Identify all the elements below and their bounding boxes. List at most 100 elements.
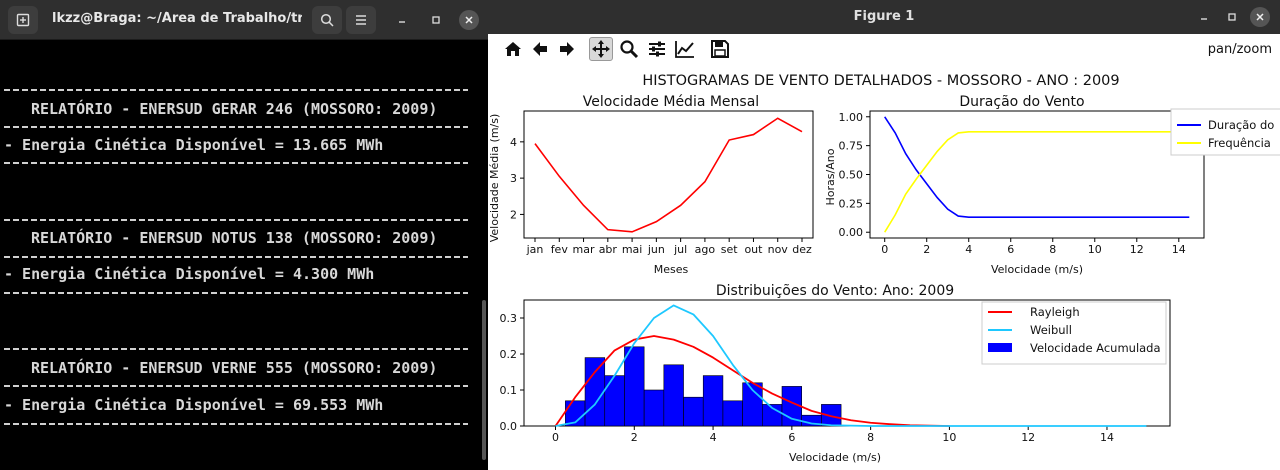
minimize-icon bbox=[399, 21, 405, 23]
maximize-icon bbox=[432, 16, 440, 24]
close-button[interactable] bbox=[1250, 7, 1270, 27]
x-tick-label: 12 bbox=[1130, 243, 1144, 256]
pan-icon bbox=[592, 40, 610, 58]
home-icon bbox=[505, 42, 521, 56]
x-axis-label: Meses bbox=[654, 263, 689, 276]
histogram-bar bbox=[643, 389, 665, 427]
edit-axis-icon bbox=[675, 41, 694, 58]
configure-subplots-button[interactable] bbox=[645, 37, 669, 61]
x-tick-label: 0 bbox=[881, 243, 888, 256]
y-tick-label: 0.75 bbox=[839, 140, 864, 153]
wind-distribution-chart: Distribuições do Vento: Ano: 2009 Veloci… bbox=[500, 283, 1171, 464]
x-tick-label: 14 bbox=[1172, 243, 1186, 256]
x-tick-label: 6 bbox=[788, 431, 795, 444]
figure-title: Figure 1 bbox=[853, 9, 915, 24]
x-tick-label: 10 bbox=[1088, 243, 1102, 256]
separator bbox=[4, 219, 468, 221]
x-tick-label: 8 bbox=[867, 431, 874, 444]
save-icon bbox=[711, 40, 729, 58]
maximize-icon bbox=[1228, 13, 1236, 21]
x-tick-label: 4 bbox=[965, 243, 972, 256]
y-tick-label: 0.3 bbox=[500, 312, 518, 325]
y-tick-label: 3 bbox=[510, 172, 517, 185]
histogram-bar bbox=[663, 364, 684, 427]
chart-title: Duração do Vento bbox=[959, 94, 1084, 110]
menu-button[interactable] bbox=[346, 6, 376, 34]
close-button[interactable] bbox=[459, 10, 479, 30]
legend-label: Velocidade Acumulada bbox=[1030, 341, 1161, 355]
x-tick-label: 2 bbox=[631, 431, 638, 444]
legend: Duração do Frequência bbox=[1170, 108, 1280, 156]
y-tick-label: 1.00 bbox=[839, 111, 864, 124]
month-tick-label: nov bbox=[768, 243, 789, 256]
chart-title: Distribuições do Vento: Ano: 2009 bbox=[716, 283, 954, 299]
forward-button[interactable] bbox=[555, 37, 579, 61]
figure-suptitle: HISTOGRAMAS DE VENTO DETALHADOS - MOSSOR… bbox=[642, 73, 1119, 89]
figure-canvas[interactable]: HISTOGRAMAS DE VENTO DETALHADOS - MOSSOR… bbox=[488, 64, 1280, 470]
terminal-output[interactable]: RELATÓRIO - ENERSUD GERAR 246 (MOSSORO: … bbox=[0, 40, 488, 470]
zoom-icon bbox=[620, 40, 639, 59]
minimize-button[interactable] bbox=[1194, 7, 1214, 27]
x-tick-label: 4 bbox=[710, 431, 717, 444]
minimize-button[interactable] bbox=[392, 10, 412, 30]
terminal-titlebar[interactable]: lkzz@Braga: ~/Área de Trabalho/traba... bbox=[0, 0, 488, 40]
configure-icon bbox=[649, 41, 665, 57]
separator bbox=[4, 162, 468, 164]
month-tick-label: fev bbox=[551, 243, 569, 256]
forward-icon bbox=[560, 42, 574, 56]
x-tick-label: 2 bbox=[923, 243, 930, 256]
search-button[interactable] bbox=[312, 6, 342, 34]
x-tick-label: 14 bbox=[1100, 431, 1114, 444]
y-axis-label: Velocidade Média (m/s) bbox=[488, 114, 501, 243]
x-axis-label: Velocidade (m/s) bbox=[991, 263, 1083, 276]
y-tick-label: 0.50 bbox=[839, 169, 864, 182]
month-tick-label: jan bbox=[526, 243, 544, 256]
new-tab-button[interactable] bbox=[8, 6, 38, 34]
month-tick-label: set bbox=[721, 243, 738, 256]
separator bbox=[4, 126, 468, 128]
separator bbox=[4, 89, 468, 91]
wind-duration-chart: Duração do Vento Velocidade (m/s) Horas/… bbox=[824, 94, 1280, 276]
maximize-button[interactable] bbox=[1222, 7, 1242, 27]
speed-line bbox=[534, 117, 803, 233]
y-tick-label: 4 bbox=[510, 136, 517, 149]
save-button[interactable] bbox=[708, 37, 732, 61]
terminal-window[interactable]: lkzz@Braga: ~/Área de Trabalho/traba... … bbox=[0, 0, 488, 470]
hamburger-menu-icon bbox=[356, 15, 366, 25]
separator bbox=[4, 423, 468, 425]
legend-label: Weibull bbox=[1030, 323, 1072, 337]
separator bbox=[4, 292, 468, 294]
report-header: RELATÓRIO - ENERSUD GERAR 246 (MOSSORO: … bbox=[31, 100, 438, 118]
separator bbox=[4, 348, 468, 350]
terminal-title: lkzz@Braga: ~/Área de Trabalho/traba... bbox=[52, 11, 302, 26]
close-icon bbox=[1256, 13, 1264, 21]
zoom-button[interactable] bbox=[617, 37, 641, 61]
month-tick-label: out bbox=[744, 243, 763, 256]
separator bbox=[4, 385, 468, 387]
x-tick-label: 6 bbox=[1007, 243, 1014, 256]
x-tick-label: 8 bbox=[1049, 243, 1056, 256]
separator bbox=[4, 256, 468, 258]
home-button[interactable] bbox=[501, 37, 525, 61]
close-icon bbox=[465, 16, 473, 24]
matplotlib-toolbar: pan/zoom bbox=[488, 34, 1280, 64]
axes-frame bbox=[523, 110, 814, 239]
pan-button[interactable] bbox=[589, 37, 613, 61]
report-line: - Energia Cinética Disponível = 13.665 M… bbox=[4, 136, 384, 154]
terminal-scrollbar[interactable] bbox=[482, 300, 486, 460]
histogram-bar bbox=[683, 396, 704, 427]
maximize-button[interactable] bbox=[426, 10, 446, 30]
y-tick-label: 0.2 bbox=[500, 348, 518, 361]
histogram-bar bbox=[702, 375, 724, 427]
figure-window[interactable]: Figure 1 pan/zoom HISTOGRAMAS DE VENTO D… bbox=[488, 0, 1280, 470]
report-line: - Energia Cinética Disponível = 4.300 MW… bbox=[4, 265, 375, 283]
legend-label: Rayleigh bbox=[1030, 305, 1080, 319]
y-tick-label: 0.1 bbox=[500, 384, 518, 397]
back-button[interactable] bbox=[528, 37, 552, 61]
edit-axis-button[interactable] bbox=[673, 37, 697, 61]
figure-titlebar[interactable]: Figure 1 bbox=[488, 0, 1280, 34]
month-tick-label: abr bbox=[599, 243, 618, 256]
y-tick-label: 0.25 bbox=[839, 197, 864, 210]
month-tick-label: mai bbox=[622, 243, 643, 256]
month-tick-label: jun bbox=[647, 243, 665, 256]
